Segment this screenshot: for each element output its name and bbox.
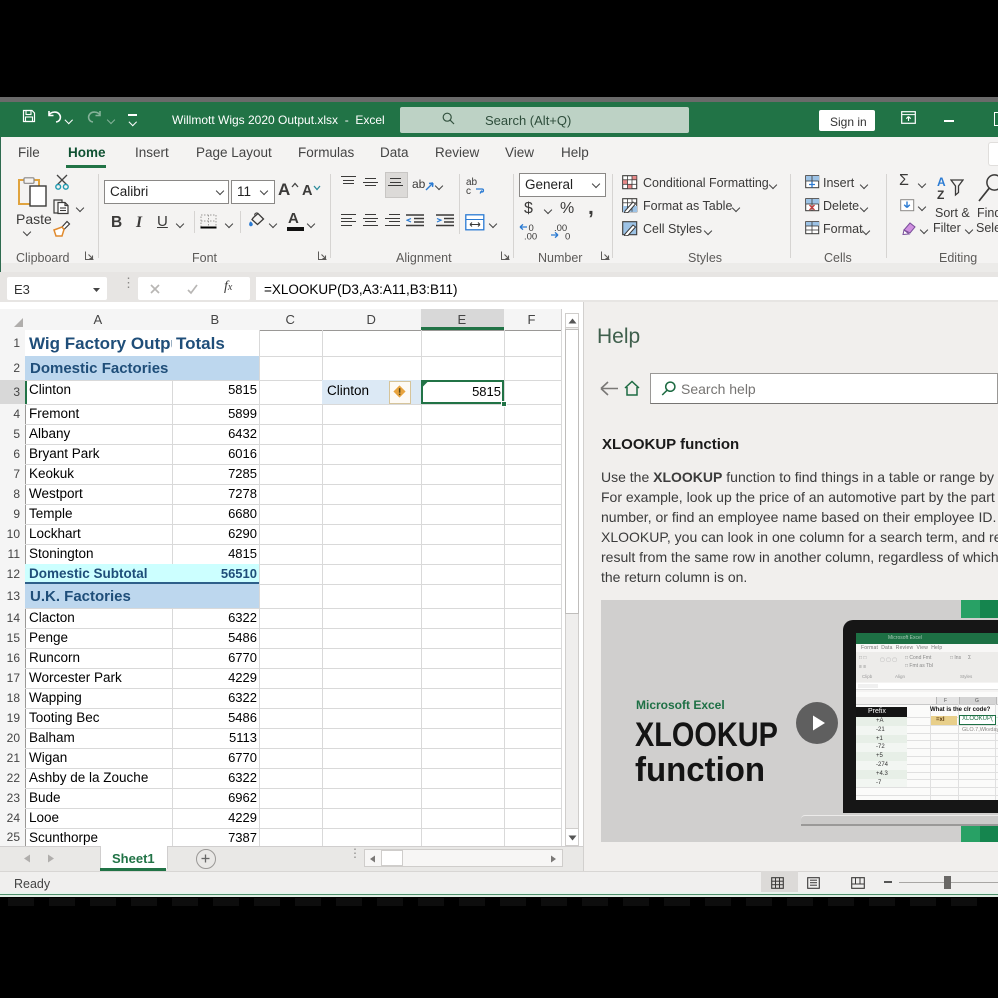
svg-text:ab: ab — [412, 177, 426, 191]
svg-text:c: c — [466, 186, 471, 194]
svg-text:.00: .00 — [524, 232, 537, 241]
svg-text:0: 0 — [565, 232, 570, 241]
